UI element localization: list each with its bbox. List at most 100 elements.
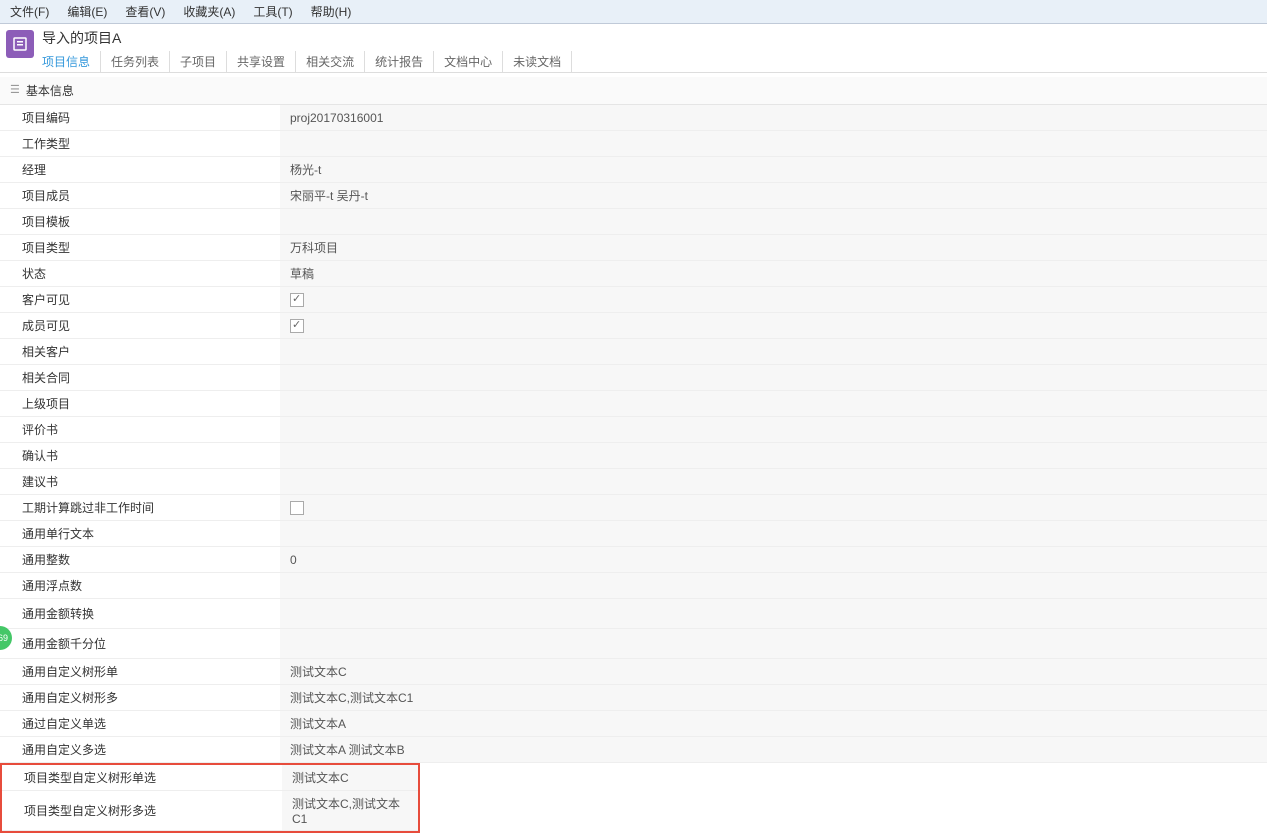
field-value: 草稿 [280,261,1267,286]
tab-5[interactable]: 统计报告 [365,51,434,72]
project-icon [6,30,34,58]
field-value: 测试文本C,测试文本C1 [280,685,1267,710]
form-row: 通用单行文本 [0,521,1267,547]
tab-3[interactable]: 共享设置 [227,51,296,72]
form-row: 通过自定义单选测试文本A [0,711,1267,737]
form-row: 通用浮点数 [0,573,1267,599]
field-label: 项目模板 [0,209,280,234]
form-row: 通用金额转换 [0,599,1267,629]
field-label: 客户可见 [0,287,280,312]
form-row: 确认书 [0,443,1267,469]
field-label: 评价书 [0,417,280,442]
form-row: 通用自定义多选测试文本A 测试文本B [0,737,1267,763]
menu-file[interactable]: 文件(F) [10,3,49,20]
field-label: 通用单行文本 [0,521,280,546]
tab-1[interactable]: 任务列表 [101,51,170,72]
form-row: 项目模板 [0,209,1267,235]
menu-edit[interactable]: 编辑(E) [67,3,107,20]
field-label: 通用金额转换 [0,599,280,628]
form-row: 通用整数0 [0,547,1267,573]
form-row: 通用自定义树形多测试文本C,测试文本C1 [0,685,1267,711]
field-value: 杨光-t [280,157,1267,182]
section-title: 基本信息 [26,82,74,99]
form-row: 状态草稿 [0,261,1267,287]
field-label: 项目成员 [0,183,280,208]
field-value: proj20170316001 [280,105,1267,130]
field-value [280,313,1267,338]
form-row: 项目类型自定义树形单选测试文本C [2,765,418,791]
field-value [280,443,1267,468]
tab-6[interactable]: 文档中心 [434,51,503,72]
form-row: 建议书 [0,469,1267,495]
form-table: 项目编码proj20170316001工作类型经理杨光-t项目成员宋丽平-t 吴… [0,105,1267,833]
field-label: 通用自定义树形单 [0,659,280,684]
field-label: 成员可见 [0,313,280,338]
checkbox-icon[interactable] [290,293,304,307]
form-row: 工作类型 [0,131,1267,157]
section-header: ☰ 基本信息 [0,77,1267,105]
form-row: 上级项目 [0,391,1267,417]
field-label: 上级项目 [0,391,280,416]
highlight-box: 项目类型自定义树形单选测试文本C项目类型自定义树形多选测试文本C,测试文本C1 [0,763,420,833]
field-label: 通用自定义多选 [0,737,280,762]
form-row: 评价书 [0,417,1267,443]
field-value [280,339,1267,364]
form-row: 通用金额千分位 [0,629,1267,659]
field-label: 经理 [0,157,280,182]
field-label: 通用整数 [0,547,280,572]
field-value: 测试文本A [280,711,1267,736]
field-value [280,391,1267,416]
field-label: 相关客户 [0,339,280,364]
field-value [280,495,1267,520]
field-label: 工作类型 [0,131,280,156]
field-value: 0 [280,547,1267,572]
field-value: 测试文本C,测试文本C1 [282,791,418,830]
field-label: 状态 [0,261,280,286]
menu-help[interactable]: 帮助(H) [311,3,352,20]
form-row: 通用自定义树形单测试文本C [0,659,1267,685]
menu-bar: 文件(F) 编辑(E) 查看(V) 收藏夹(A) 工具(T) 帮助(H) [0,0,1267,24]
field-value [280,573,1267,598]
field-value [280,469,1267,494]
tab-2[interactable]: 子项目 [170,51,227,72]
field-label: 项目编码 [0,105,280,130]
form-row: 工期计算跳过非工作时间 [0,495,1267,521]
form-row: 成员可见 [0,313,1267,339]
field-value: 测试文本C [280,659,1267,684]
form-row: 项目类型自定义树形多选测试文本C,测试文本C1 [2,791,418,831]
field-value [280,417,1267,442]
list-icon: ☰ [10,85,20,96]
menu-favorites[interactable]: 收藏夹(A) [183,3,235,20]
field-label: 项目类型自定义树形多选 [2,791,282,830]
form-row: 经理杨光-t [0,157,1267,183]
field-label: 项目类型 [0,235,280,260]
field-value [280,209,1267,234]
field-label: 确认书 [0,443,280,468]
form-row: 项目编码proj20170316001 [0,105,1267,131]
tab-4[interactable]: 相关交流 [296,51,365,72]
checkbox-icon[interactable] [290,501,304,515]
tabs: 项目信息任务列表子项目共享设置相关交流统计报告文档中心未读文档 [42,51,1259,72]
checkbox-icon[interactable] [290,319,304,333]
form-row: 项目成员宋丽平-t 吴丹-t [0,183,1267,209]
field-value [280,521,1267,546]
field-value [280,131,1267,156]
tab-7[interactable]: 未读文档 [503,51,572,72]
tab-0[interactable]: 项目信息 [42,51,101,72]
field-label: 通过自定义单选 [0,711,280,736]
form-row: 客户可见 [0,287,1267,313]
field-value [280,365,1267,390]
header: 导入的项目A 项目信息任务列表子项目共享设置相关交流统计报告文档中心未读文档 [0,24,1267,73]
field-value: 万科项目 [280,235,1267,260]
field-label: 项目类型自定义树形单选 [2,765,282,790]
form-row: 项目类型万科项目 [0,235,1267,261]
menu-view[interactable]: 查看(V) [125,3,165,20]
field-label: 工期计算跳过非工作时间 [0,495,280,520]
field-label: 通用金额千分位 [0,629,280,658]
menu-tools[interactable]: 工具(T) [253,3,292,20]
field-label: 通用自定义树形多 [0,685,280,710]
field-value [280,629,1267,658]
field-label: 通用浮点数 [0,573,280,598]
field-value [280,287,1267,312]
field-value [280,599,1267,628]
